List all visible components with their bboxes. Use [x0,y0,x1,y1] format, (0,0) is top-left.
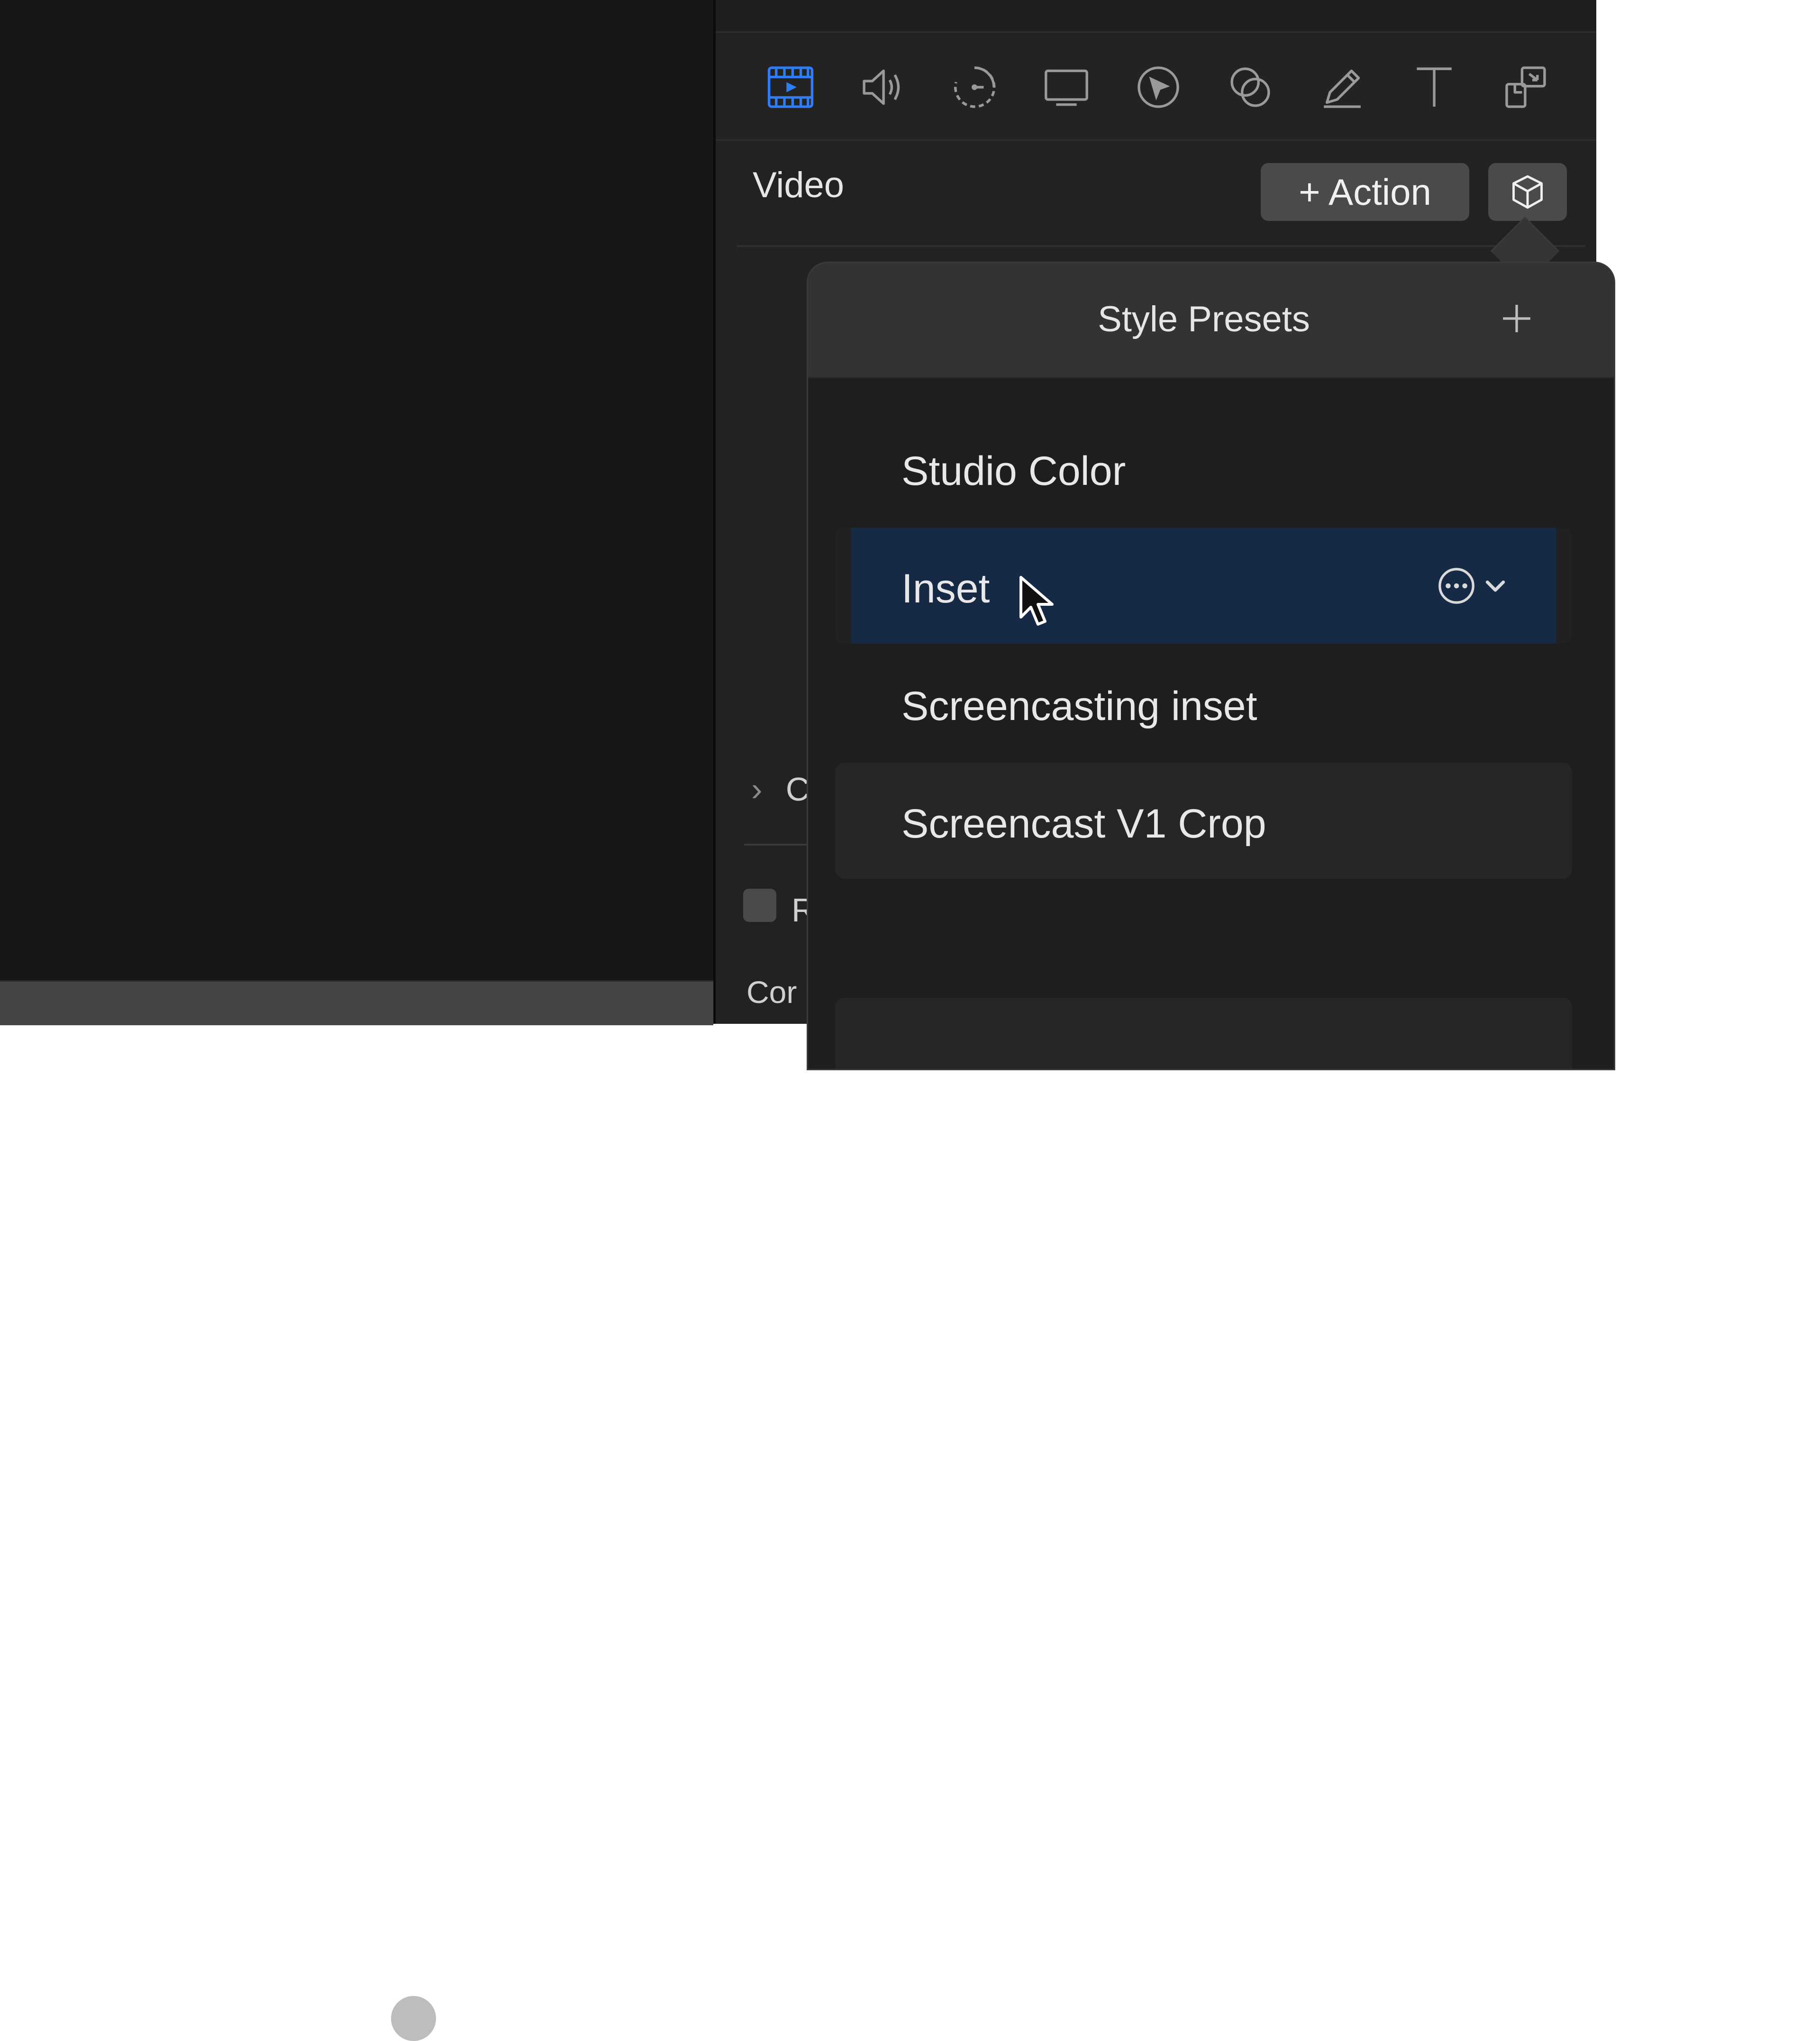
cursor-target-icon[interactable] [1130,59,1187,116]
preset-label: Studio Color [901,448,1126,494]
preset-row-screencasting-inset[interactable]: Screencasting inset [835,645,1572,761]
shapes-circles-icon[interactable] [1222,59,1279,116]
preset-row-inset[interactable]: Inset [835,528,1572,644]
preset-row-screencast-v1-crop[interactable]: Screencast V1 Crop [835,763,1572,879]
more-options-icon[interactable] [1436,565,1477,607]
style-presets-popover: Style Presets Studio Color Inset Screenc… [807,262,1615,1070]
preset-row-menu[interactable] [1436,565,1509,607]
text-icon[interactable] [1406,59,1463,116]
video-film-icon[interactable] [762,59,819,116]
collapsed-group-label: C [785,771,810,808]
cube-icon [1512,175,1543,209]
preset-label: Screencast V1 Crop [901,801,1266,847]
scrubber-knob[interactable] [391,1996,436,2041]
inspector-title: Video [753,165,845,205]
inspector-separator [737,245,1585,247]
video-canvas-area [0,0,713,2041]
preset-label: Screencasting inset [901,683,1257,729]
preset-row-partial[interactable] [835,998,1572,1069]
inspector-header: Video + Action [716,141,1596,245]
style-presets-button[interactable] [1488,163,1567,221]
plus-icon[interactable] [1491,292,1543,345]
inspector-top-strip [716,0,1596,33]
chevron-right-icon: › [751,771,763,808]
checkbox[interactable] [743,889,776,922]
mouse-pointer-icon [1019,576,1054,626]
collapsed-group-row[interactable]: › C [751,770,810,808]
screen-display-icon[interactable] [1038,59,1095,116]
inspector-toolbar [716,33,1596,141]
callout-icon[interactable] [1498,59,1555,116]
popover-title: Style Presets [1098,299,1310,339]
popover-header: Style Presets [808,263,1614,378]
preset-row-studio-color[interactable]: Studio Color [835,410,1572,526]
audio-speaker-icon[interactable] [854,59,911,116]
bottom-row-label: Cor [746,975,797,1010]
animation-timer-icon[interactable] [946,59,1003,116]
screen: Video + Action › C R Cor Style Presets S… [0,0,1820,2041]
chevron-down-icon[interactable] [1482,573,1509,599]
preset-label: Inset [901,566,990,611]
playback-bar [0,980,713,2041]
add-action-button[interactable]: + Action [1261,163,1469,221]
pencil-annotation-icon[interactable] [1314,59,1371,116]
blank-area [1596,0,1820,1024]
